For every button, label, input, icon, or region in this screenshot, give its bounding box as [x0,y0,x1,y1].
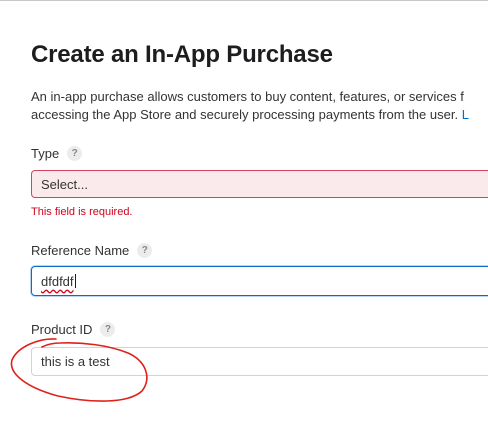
description-line-1: An in-app purchase allows customers to b… [31,89,464,104]
product-id-help-icon[interactable]: ? [100,322,116,337]
type-error-message: This field is required. [31,206,133,218]
page-title: Create an In-App Purchase [31,41,333,68]
description-line-2: accessing the App Store and securely pro… [31,107,462,122]
reference-name-value: dfdfdf [41,273,74,289]
page-description: An in-app purchase allows customers to b… [31,88,488,124]
type-select-value: Select... [41,176,88,192]
product-id-input[interactable]: this is a test [31,347,488,376]
product-id-value: this is a test [41,354,110,369]
type-select[interactable]: Select... [31,170,488,198]
type-label-text: Type [31,146,60,161]
product-id-label: Product ID ? [31,322,116,337]
reference-name-input[interactable]: dfdfdf [31,266,488,296]
reference-name-label: Reference Name ? [31,243,153,258]
reference-name-help-icon[interactable]: ? [137,243,153,258]
reference-name-label-text: Reference Name [31,243,130,258]
product-id-label-text: Product ID [31,322,93,337]
learn-more-link[interactable]: L [462,107,469,122]
type-help-icon[interactable]: ? [67,146,83,161]
type-label: Type ? [31,146,83,161]
text-caret [74,274,76,288]
window-top-border [0,0,488,1]
